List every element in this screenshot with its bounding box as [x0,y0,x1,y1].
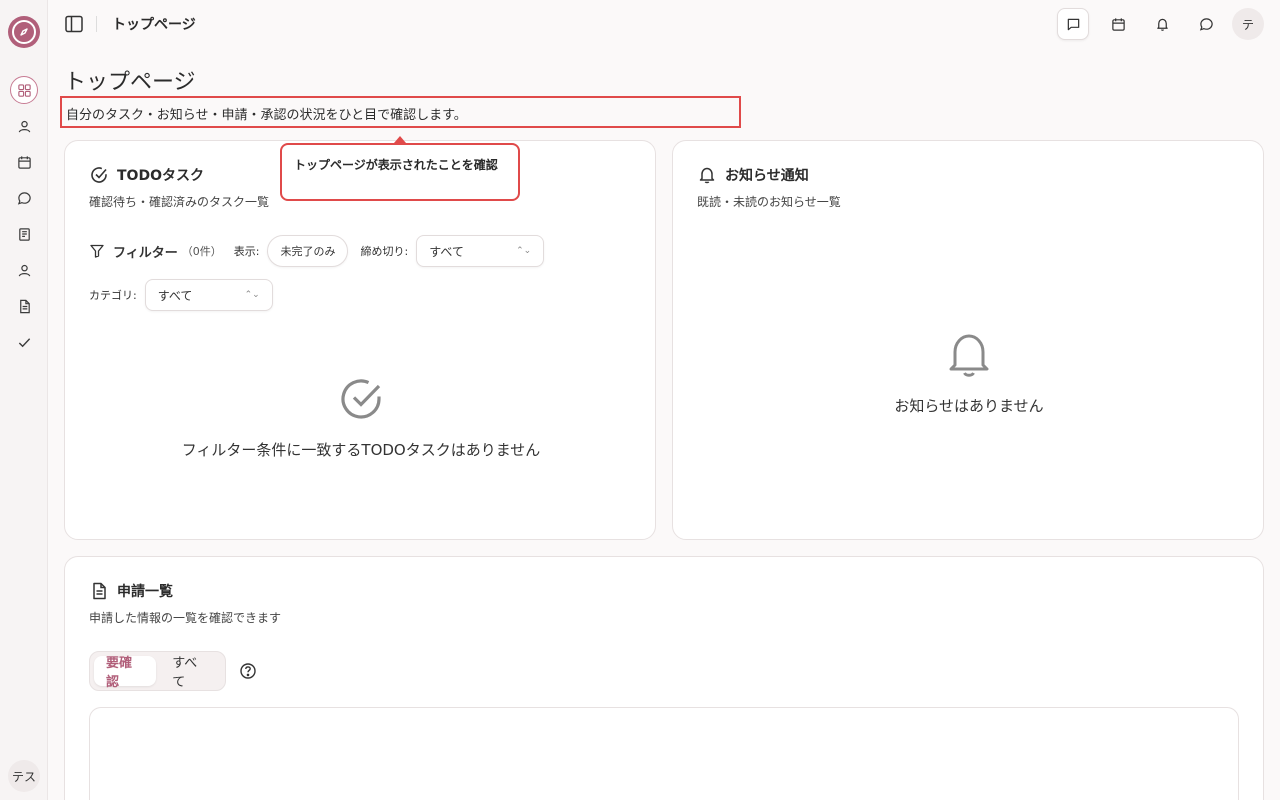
todo-empty-message: フィルター条件に一致するTODOタスクはありません [181,441,541,459]
sidebar-item-approvals[interactable] [10,328,38,356]
category-select[interactable]: すべて ⌃⌄ [144,279,273,311]
deadline-select-value: すべて [429,244,464,259]
filter-icon [90,244,104,258]
annotation-tooltip: トップページが表示されたことを確認 [280,143,520,201]
sidebar-item-manual[interactable] [10,220,38,248]
requests-card: 申請一覧 申請した情報の一覧を確認できます 要確認 すべて [64,556,1264,800]
page-title: トップページ [64,70,196,95]
breadcrumb: トップページ [112,17,196,33]
sidebar-user-avatar[interactable]: テス [8,760,40,792]
sidebar-item-calendar[interactable] [10,148,38,176]
notices-card-title: お知らせ通知 [725,168,809,184]
requests-card-title: 申請一覧 [117,584,173,600]
user-avatar[interactable]: テ [1232,8,1264,40]
chat-icon [17,191,31,205]
user-icon [18,120,30,132]
sidebar-item-documents[interactable] [10,292,38,320]
todo-card-header: TODOタスク [89,165,204,185]
chat-button[interactable] [1190,8,1222,40]
requests-table-container [89,707,1239,800]
bell-icon [949,334,989,377]
tab-all[interactable]: すべて [160,656,221,690]
notices-empty-message: お知らせはありません [894,397,1044,415]
help-icon [240,663,256,679]
book-icon [18,227,30,241]
notices-card-header: お知らせ通知 [697,165,809,185]
sidebar-item-chat[interactable] [10,184,38,212]
sidebar-toggle-button[interactable] [62,12,86,36]
app-logo[interactable] [8,16,40,48]
circle-check-icon [91,167,107,183]
todo-filter-row: フィルター （0件） 表示: 未完了のみ 締め切り: すべて ⌃⌄ [89,235,545,267]
compass-icon [12,20,36,44]
page-description: 自分のタスク・お知らせ・申請・承認の状況をひと目で確認します。 [60,96,741,128]
filter-count: （0件） [181,245,222,258]
sidebar: テス [0,0,48,800]
help-button[interactable] [239,662,257,680]
file-icon [19,299,30,313]
category-select-value: すべて [157,288,193,303]
divider [96,16,97,32]
display-label: 表示: [233,245,260,258]
check-icon [18,337,30,347]
notices-card: お知らせ通知 既読・未読のお知らせ一覧 お知らせはありません [672,140,1264,540]
messages-button[interactable] [1057,8,1089,40]
sidebar-item-dashboard[interactable] [10,76,38,104]
todo-category-row: カテゴリ: すべて ⌃⌄ [89,279,273,311]
todo-card-title: TODOタスク [117,168,204,184]
calendar-icon [1111,17,1125,31]
chat-icon [1199,17,1213,31]
profile-icon [18,264,30,276]
tooltip-arrow [394,136,406,143]
sidebar-toggle-icon [65,15,83,33]
sidebar-item-users[interactable] [10,112,38,140]
notifications-button[interactable] [1146,8,1178,40]
file-text-icon [93,582,106,600]
notices-card-subtitle: 既読・未読のお知らせ一覧 [697,195,841,209]
chevron-updown-icon: ⌃⌄ [516,246,532,256]
chevron-updown-icon: ⌃⌄ [244,290,260,300]
requests-tab-group: 要確認 すべて [89,651,226,691]
requests-card-header: 申請一覧 [89,581,173,601]
deadline-select[interactable]: すべて ⌃⌄ [416,235,545,267]
calendar-button[interactable] [1102,8,1134,40]
top-bar: トップページ テ [48,0,1280,48]
sidebar-item-profile[interactable] [10,256,38,284]
todo-card-subtitle: 確認待ち・確認済みのタスク一覧 [89,195,270,209]
todo-empty-state: フィルター条件に一致するTODOタスクはありません [65,375,657,460]
filter-label: フィルター [113,245,178,261]
display-filter-button[interactable]: 未完了のみ [267,235,349,267]
deadline-label: 締め切り: [360,245,409,258]
bell-icon [699,167,715,184]
bell-icon [1156,18,1168,31]
dashboard-icon [17,83,31,97]
tab-required[interactable]: 要確認 [94,656,157,690]
notices-empty-state: お知らせはありません [673,331,1265,416]
message-square-icon [1067,18,1079,30]
requests-card-subtitle: 申請した情報の一覧を確認できます [89,611,282,625]
category-label: カテゴリ: [89,289,137,302]
circle-check-icon [341,379,381,419]
calendar-icon [17,155,31,169]
